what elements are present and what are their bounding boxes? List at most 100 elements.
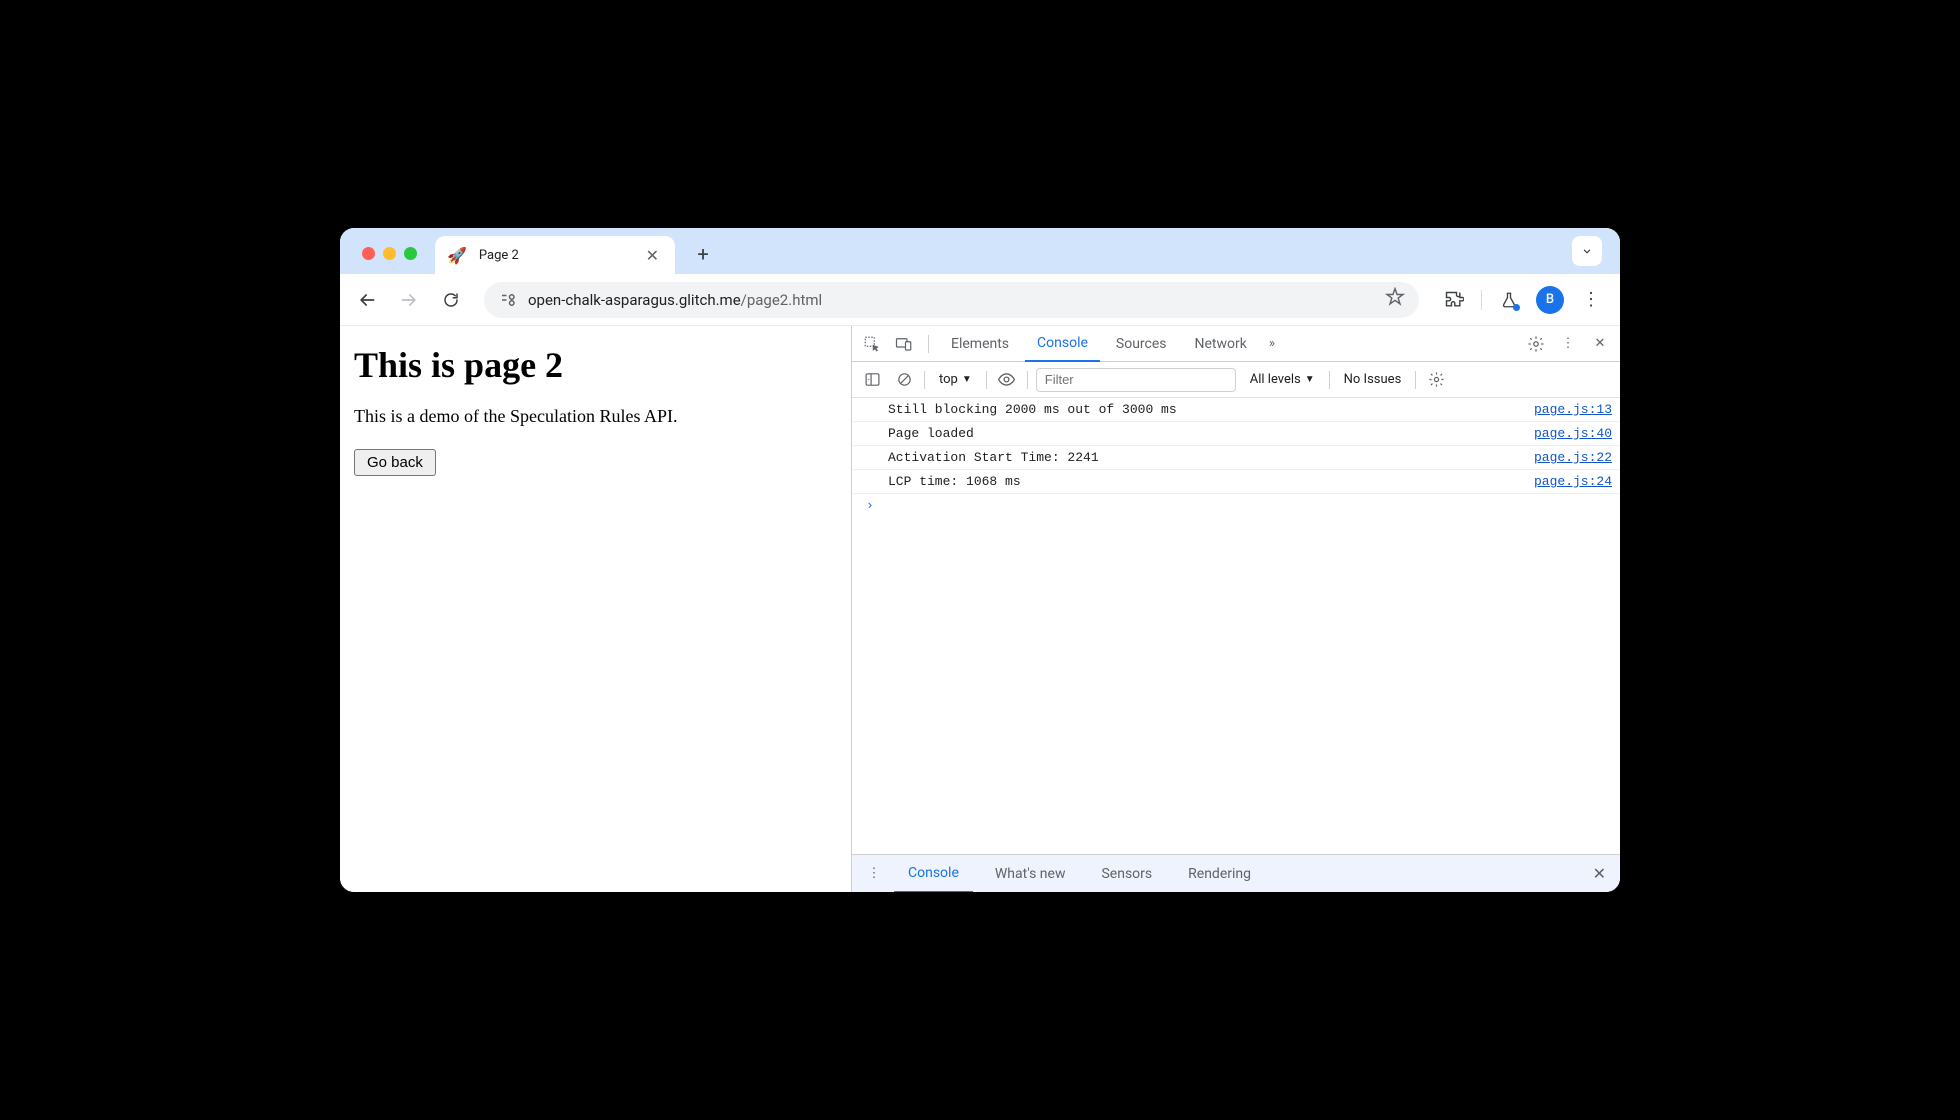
- chevron-down-icon: ▼: [962, 374, 972, 385]
- star-icon: [1385, 287, 1405, 307]
- close-window-button[interactable]: [362, 247, 375, 260]
- devtools-drawer: ⋮ Console What's new Sensors Rendering ✕: [852, 854, 1620, 892]
- drawer-menu-button[interactable]: ⋮: [862, 862, 886, 886]
- console-filter-input[interactable]: [1036, 368, 1236, 392]
- close-tab-button[interactable]: ✕: [642, 244, 663, 267]
- kebab-menu-icon: ⋮: [1582, 289, 1600, 310]
- divider: [1027, 371, 1028, 389]
- drawer-tab-whatsnew[interactable]: What's new: [981, 855, 1080, 893]
- clear-console-button[interactable]: [892, 368, 916, 392]
- devtools-tabbar: Elements Console Sources Network » ⋮ ✕: [852, 326, 1620, 362]
- log-levels-selector[interactable]: All levels ▼: [1244, 370, 1321, 389]
- tab-search-button[interactable]: [1572, 236, 1602, 266]
- browser-window: 🚀 Page 2 ✕ + open-chalk-asparagus.glitch…: [340, 228, 1620, 892]
- chevron-down-icon: [1580, 244, 1594, 258]
- reload-icon: [442, 291, 460, 309]
- divider: [1415, 371, 1416, 389]
- page-paragraph: This is a demo of the Speculation Rules …: [354, 406, 837, 427]
- console-source-link[interactable]: page.js:22: [1534, 450, 1612, 465]
- experiments-button[interactable]: [1494, 285, 1524, 315]
- console-message: LCP time: 1068 ms: [888, 474, 1526, 489]
- console-source-link[interactable]: page.js:13: [1534, 402, 1612, 417]
- forward-button[interactable]: [392, 283, 426, 317]
- issues-button[interactable]: No Issues: [1338, 370, 1408, 389]
- tab-sources[interactable]: Sources: [1104, 326, 1179, 362]
- drawer-close-button[interactable]: ✕: [1589, 860, 1610, 887]
- inspect-element-button[interactable]: [858, 330, 886, 358]
- divider: [924, 371, 925, 389]
- chevron-down-icon: ▼: [1305, 374, 1315, 385]
- divider: [928, 335, 929, 353]
- devices-icon: [895, 335, 913, 353]
- close-icon: ✕: [1595, 336, 1606, 351]
- console-row: Still blocking 2000 ms out of 3000 ms pa…: [852, 398, 1620, 422]
- window-controls: [362, 247, 417, 260]
- console-message: Activation Start Time: 2241: [888, 450, 1526, 465]
- devtools-panel: Elements Console Sources Network » ⋮ ✕: [852, 326, 1620, 892]
- browser-toolbar: open-chalk-asparagus.glitch.me/page2.htm…: [340, 274, 1620, 326]
- context-label: top: [939, 372, 958, 387]
- devtools-menu-button[interactable]: ⋮: [1554, 330, 1582, 358]
- kebab-menu-icon: ⋮: [1562, 336, 1575, 351]
- devtools-close-button[interactable]: ✕: [1586, 330, 1614, 358]
- tab-elements[interactable]: Elements: [939, 326, 1021, 362]
- device-toolbar-button[interactable]: [890, 330, 918, 358]
- console-message: Page loaded: [888, 426, 1526, 441]
- new-tab-button[interactable]: +: [689, 240, 717, 268]
- browser-menu-button[interactable]: ⋮: [1576, 285, 1606, 315]
- console-source-link[interactable]: page.js:40: [1534, 426, 1612, 441]
- drawer-tab-console[interactable]: Console: [894, 855, 973, 893]
- inspect-icon: [863, 335, 881, 353]
- reload-button[interactable]: [434, 283, 468, 317]
- console-output: Still blocking 2000 ms out of 3000 ms pa…: [852, 398, 1620, 854]
- clear-icon: [896, 371, 913, 388]
- drawer-tab-rendering[interactable]: Rendering: [1174, 855, 1265, 893]
- devtools-settings-button[interactable]: [1522, 330, 1550, 358]
- console-message: Still blocking 2000 ms out of 3000 ms: [888, 402, 1526, 417]
- levels-label: All levels: [1250, 372, 1301, 387]
- puzzle-icon: [1444, 290, 1464, 310]
- console-row: Page loaded page.js:40: [852, 422, 1620, 446]
- bookmark-button[interactable]: [1385, 287, 1405, 312]
- eye-icon: [997, 370, 1016, 389]
- url-text: open-chalk-asparagus.glitch.me/page2.htm…: [528, 291, 1375, 309]
- content-area: This is page 2 This is a demo of the Spe…: [340, 326, 1620, 892]
- console-prompt[interactable]: ›: [852, 494, 1620, 517]
- minimize-window-button[interactable]: [383, 247, 396, 260]
- profile-avatar[interactable]: B: [1536, 286, 1564, 314]
- sidebar-icon: [864, 371, 881, 388]
- console-source-link[interactable]: page.js:24: [1534, 474, 1612, 489]
- maximize-window-button[interactable]: [404, 247, 417, 260]
- console-settings-button[interactable]: [1424, 368, 1448, 392]
- address-bar[interactable]: open-chalk-asparagus.glitch.me/page2.htm…: [484, 282, 1419, 318]
- divider: [1329, 371, 1330, 389]
- divider: [986, 371, 987, 389]
- arrow-right-icon: [399, 290, 419, 310]
- kebab-menu-icon: ⋮: [868, 866, 881, 881]
- site-info-icon[interactable]: [498, 290, 518, 310]
- divider: [1481, 290, 1482, 310]
- tab-network[interactable]: Network: [1183, 326, 1259, 362]
- tab-bar: 🚀 Page 2 ✕ +: [340, 228, 1620, 274]
- execution-context-selector[interactable]: top ▼: [933, 370, 978, 389]
- back-button[interactable]: [350, 283, 384, 317]
- avatar-letter: B: [1546, 292, 1554, 307]
- gear-icon: [1527, 335, 1545, 353]
- tab-console[interactable]: Console: [1025, 326, 1100, 362]
- extensions-button[interactable]: [1439, 285, 1469, 315]
- tab-favicon-icon: 🚀: [447, 246, 467, 265]
- browser-tab[interactable]: 🚀 Page 2 ✕: [435, 236, 675, 274]
- page-viewport: This is page 2 This is a demo of the Spe…: [340, 326, 852, 892]
- console-toolbar: top ▼ All levels ▼ No Issues: [852, 362, 1620, 398]
- go-back-button[interactable]: Go back: [354, 449, 436, 476]
- page-heading: This is page 2: [354, 344, 837, 386]
- more-tabs-button[interactable]: »: [1263, 336, 1281, 351]
- gear-icon: [1428, 371, 1445, 388]
- arrow-left-icon: [357, 290, 377, 310]
- notification-dot-icon: [1513, 304, 1520, 311]
- live-expression-button[interactable]: [995, 368, 1019, 392]
- console-row: Activation Start Time: 2241 page.js:22: [852, 446, 1620, 470]
- drawer-tab-sensors[interactable]: Sensors: [1087, 855, 1166, 893]
- console-row: LCP time: 1068 ms page.js:24: [852, 470, 1620, 494]
- toggle-sidebar-button[interactable]: [860, 368, 884, 392]
